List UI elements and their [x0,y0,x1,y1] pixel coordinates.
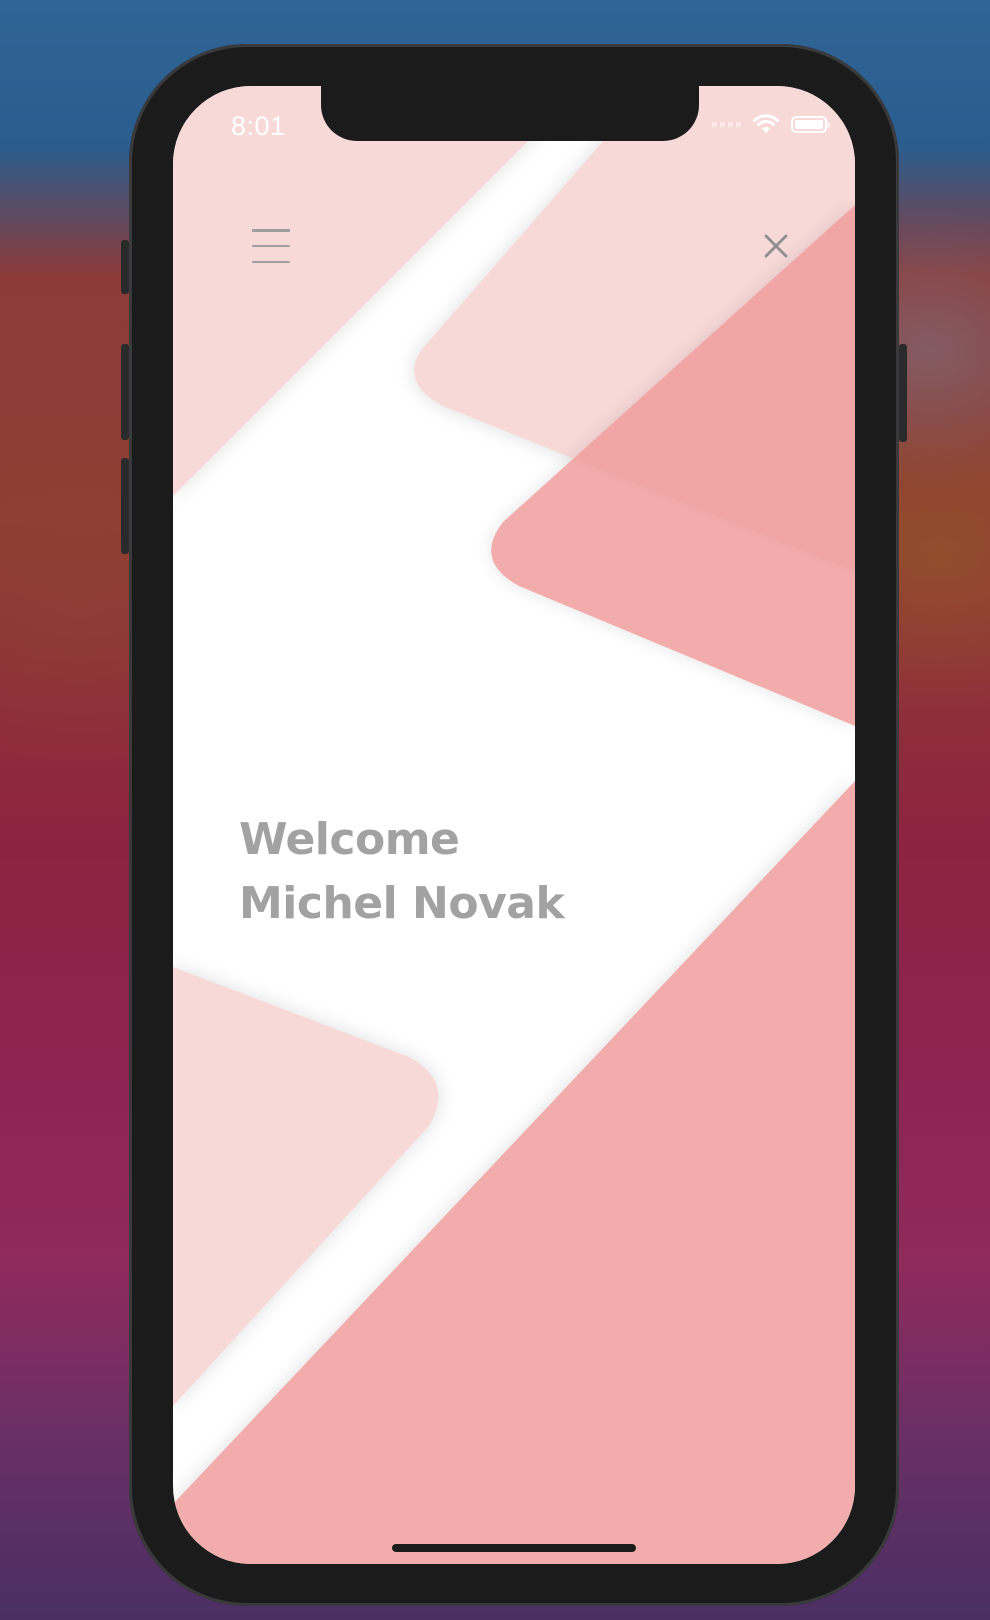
notch [321,86,699,141]
status-icons [712,114,830,134]
welcome-line: Welcome [239,814,460,865]
volume-down-button [121,458,129,554]
power-button [899,344,907,442]
close-icon[interactable] [758,228,794,264]
home-indicator[interactable] [392,1544,636,1552]
user-name: Michel Novak [239,878,565,929]
app-screen: 8:01 Welcome Michel Novak [173,86,855,1564]
volume-up-button [121,344,129,440]
phone-frame: 8:01 Welcome Michel Novak [121,44,907,1606]
welcome-heading: Welcome Michel Novak [239,808,565,936]
wifi-icon [753,114,779,133]
mute-switch [121,240,129,294]
hamburger-menu-icon[interactable] [247,227,295,265]
signal-icon [712,121,741,127]
status-time: 8:01 [231,111,286,141]
battery-icon [791,115,830,133]
